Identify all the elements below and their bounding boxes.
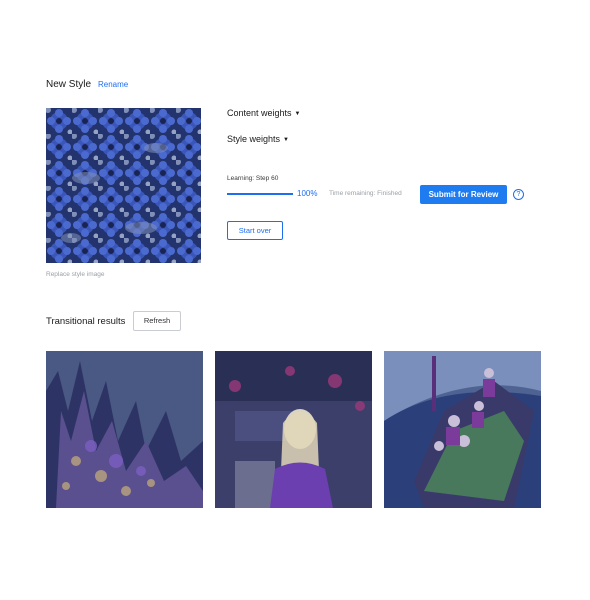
time-remaining: Time remaining: Finished xyxy=(329,190,402,197)
transitional-results-title: Transitional results xyxy=(46,316,126,327)
result-image-person xyxy=(215,351,372,508)
result-image-temple xyxy=(46,351,203,508)
replace-style-image-link[interactable]: Replace style image xyxy=(46,271,105,278)
content-weights-label: Content weights xyxy=(227,108,292,118)
result-image-boat xyxy=(384,351,541,508)
style-weights-dropdown[interactable]: Style weights ▼ xyxy=(227,134,289,144)
rename-link[interactable]: Rename xyxy=(98,80,128,89)
content-weights-dropdown[interactable]: Content weights ▼ xyxy=(227,108,301,118)
caret-down-icon: ▼ xyxy=(294,111,301,117)
style-image xyxy=(46,108,201,263)
learning-status: Learning: Step 60 xyxy=(227,175,279,182)
progress-percent: 100% xyxy=(297,189,318,198)
help-icon[interactable]: ? xyxy=(513,189,524,200)
progress-bar-fill xyxy=(227,193,293,195)
style-weights-label: Style weights xyxy=(227,134,281,144)
submit-for-review-button[interactable]: Submit for Review xyxy=(420,185,507,204)
start-over-button[interactable]: Start over xyxy=(227,221,283,240)
progress-bar xyxy=(227,193,293,195)
refresh-button[interactable]: Refresh xyxy=(133,311,181,331)
caret-down-icon: ▼ xyxy=(283,137,289,143)
style-title: New Style xyxy=(46,79,92,90)
